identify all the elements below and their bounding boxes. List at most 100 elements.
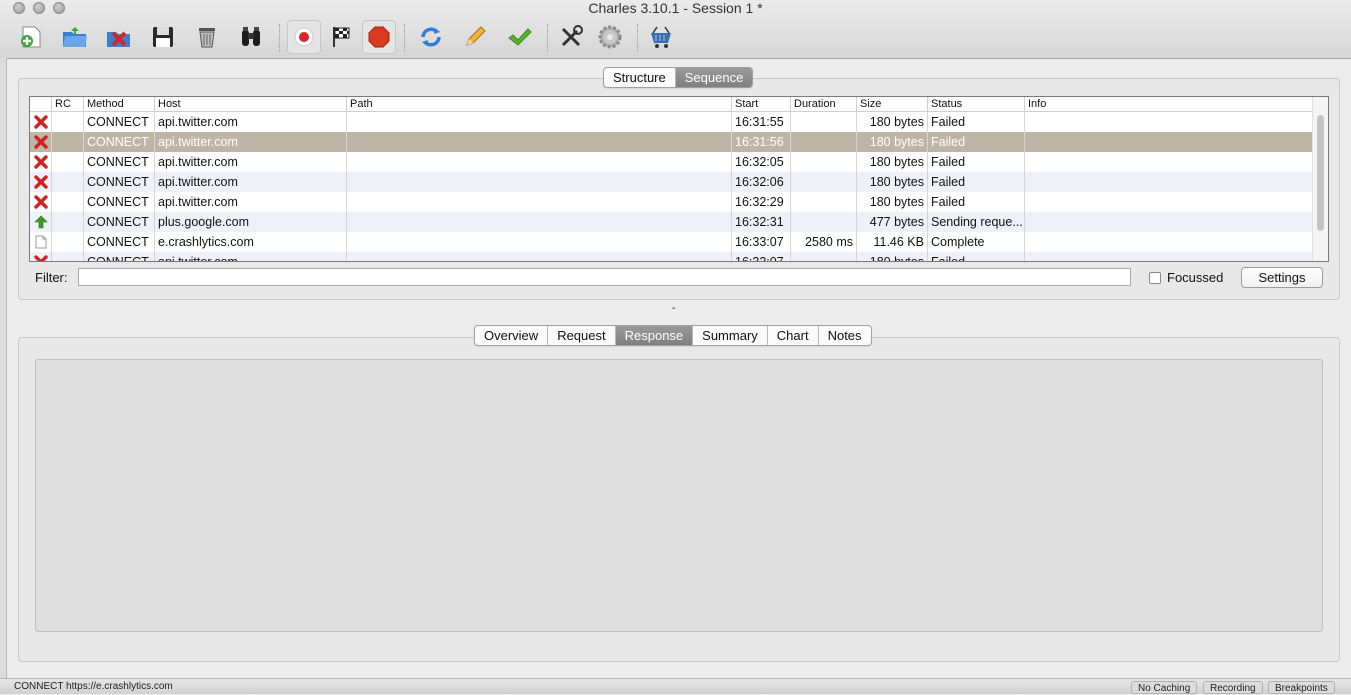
find-button[interactable]	[234, 20, 268, 54]
pane-splitter-handle[interactable]: ˆ	[672, 307, 675, 318]
column-header-size[interactable]: Size	[856, 97, 927, 111]
document-icon	[35, 235, 46, 249]
table-row[interactable]: CONNECT api.twitter.com 16:32:06 180 bytes F…	[30, 172, 1312, 192]
new-session-button[interactable]	[15, 20, 49, 54]
cell-duration: 2580 ms	[790, 232, 856, 252]
cell-path	[346, 252, 731, 261]
failed-icon	[33, 255, 48, 261]
cell-method: CONNECT	[83, 232, 154, 252]
close-session-button[interactable]	[102, 20, 136, 54]
tab-notes[interactable]: Notes	[817, 326, 871, 345]
tools-button[interactable]	[554, 20, 588, 54]
cell-path	[346, 212, 731, 232]
record-icon	[294, 27, 314, 47]
validate-icon	[508, 28, 532, 46]
cell-start: 16:32:06	[731, 172, 790, 192]
settings-gear-icon	[598, 25, 622, 49]
detail-tabs: Overview Request Response Summary Chart …	[474, 325, 872, 346]
settings-button-filter[interactable]: Settings	[1241, 267, 1323, 288]
new-session-icon	[21, 26, 41, 48]
cell-duration	[790, 172, 856, 192]
row-status-icon	[30, 232, 51, 252]
toolbar-separator	[279, 24, 280, 52]
cell-info	[1024, 172, 1312, 192]
column-header-icon[interactable]	[30, 97, 51, 111]
focussed-label[interactable]: Focussed	[1167, 270, 1223, 285]
tab-sequence[interactable]: Sequence	[674, 68, 753, 87]
column-header-rc[interactable]: RC	[51, 97, 83, 111]
row-status-icon	[30, 252, 51, 261]
failed-icon	[33, 115, 48, 129]
row-status-icon	[30, 152, 51, 172]
throttle-button[interactable]	[325, 20, 359, 54]
cell-host: api.twitter.com	[154, 252, 346, 261]
find-icon	[242, 27, 260, 46]
cell-duration	[790, 152, 856, 172]
cell-size: 180 bytes	[856, 192, 927, 212]
tab-chart[interactable]: Chart	[766, 326, 818, 345]
cell-size: 180 bytes	[856, 252, 927, 261]
edit-button[interactable]	[458, 20, 492, 54]
column-header-host[interactable]: Host	[154, 97, 346, 111]
column-header-path[interactable]: Path	[346, 97, 731, 111]
save-session-icon	[153, 27, 173, 47]
shopping-basket-button[interactable]	[644, 20, 678, 54]
column-header-method[interactable]: Method	[83, 97, 154, 111]
sequence-table: RC Method Host Path Start Duration Size …	[29, 96, 1329, 262]
filter-input[interactable]	[78, 268, 1131, 286]
cell-start: 16:32:05	[731, 152, 790, 172]
table-row[interactable]: CONNECT e.crashlytics.com 16:33:07 2580 ms 1…	[30, 232, 1312, 252]
validate-button[interactable]	[502, 20, 536, 54]
repeat-button[interactable]	[414, 20, 448, 54]
column-header-info[interactable]: Info	[1024, 97, 1312, 111]
breakpoints-badge[interactable]: Breakpoints	[1268, 681, 1335, 694]
cell-status: Failed	[927, 252, 1024, 261]
cell-rc	[51, 112, 83, 132]
cell-start: 16:32:29	[731, 192, 790, 212]
record-button[interactable]	[287, 20, 321, 54]
settings-button[interactable]	[593, 20, 627, 54]
open-session-button[interactable]	[58, 20, 92, 54]
tab-request[interactable]: Request	[547, 326, 614, 345]
tab-summary[interactable]: Summary	[692, 326, 767, 345]
cell-size: 180 bytes	[856, 152, 927, 172]
column-header-duration[interactable]: Duration	[790, 97, 856, 111]
clear-session-button[interactable]	[190, 20, 224, 54]
cell-info	[1024, 152, 1312, 172]
focussed-checkbox[interactable]	[1149, 272, 1161, 284]
cell-info	[1024, 192, 1312, 212]
toolbar-separator	[404, 24, 405, 52]
cell-info	[1024, 132, 1312, 152]
tab-structure[interactable]: Structure	[604, 68, 675, 87]
table-row[interactable]: CONNECT api.twitter.com 16:31:56 180 bytes F…	[30, 132, 1312, 152]
table-body: CONNECT api.twitter.com 16:31:55 180 bytes F…	[30, 112, 1312, 261]
save-session-button[interactable]	[146, 20, 180, 54]
cell-status: Failed	[927, 172, 1024, 192]
shopping-basket-icon	[651, 26, 671, 48]
recording-badge[interactable]: Recording	[1203, 681, 1263, 694]
cell-info	[1024, 212, 1312, 232]
edit-icon	[466, 26, 486, 46]
table-row[interactable]: CONNECT api.twitter.com 16:32:05 180 bytes F…	[30, 152, 1312, 172]
cell-status: Failed	[927, 192, 1024, 212]
cell-path	[346, 192, 731, 212]
cell-status: Complete	[927, 232, 1024, 252]
breakpoints-button[interactable]	[362, 20, 396, 54]
no-caching-badge[interactable]: No Caching	[1131, 681, 1198, 694]
failed-icon	[33, 175, 48, 189]
response-content-area	[35, 359, 1323, 632]
table-vertical-scrollbar[interactable]	[1312, 97, 1328, 261]
scrollbar-thumb[interactable]	[1317, 115, 1324, 231]
failed-icon	[33, 135, 48, 149]
cell-status: Failed	[927, 132, 1024, 152]
tab-overview[interactable]: Overview	[475, 326, 547, 345]
table-row[interactable]: CONNECT api.twitter.com 16:31:55 180 bytes F…	[30, 112, 1312, 132]
table-row[interactable]: CONNECT api.twitter.com 16:32:29 180 bytes F…	[30, 192, 1312, 212]
column-header-status[interactable]: Status	[927, 97, 1024, 111]
tab-response[interactable]: Response	[614, 326, 693, 345]
table-row[interactable]: CONNECT api.twitter.com 16:33:07 180 bytes F…	[30, 252, 1312, 261]
cell-size: 180 bytes	[856, 132, 927, 152]
column-header-start[interactable]: Start	[731, 97, 790, 111]
table-row[interactable]: CONNECT plus.google.com 16:32:31 477 bytes S…	[30, 212, 1312, 232]
row-status-icon	[30, 192, 51, 212]
